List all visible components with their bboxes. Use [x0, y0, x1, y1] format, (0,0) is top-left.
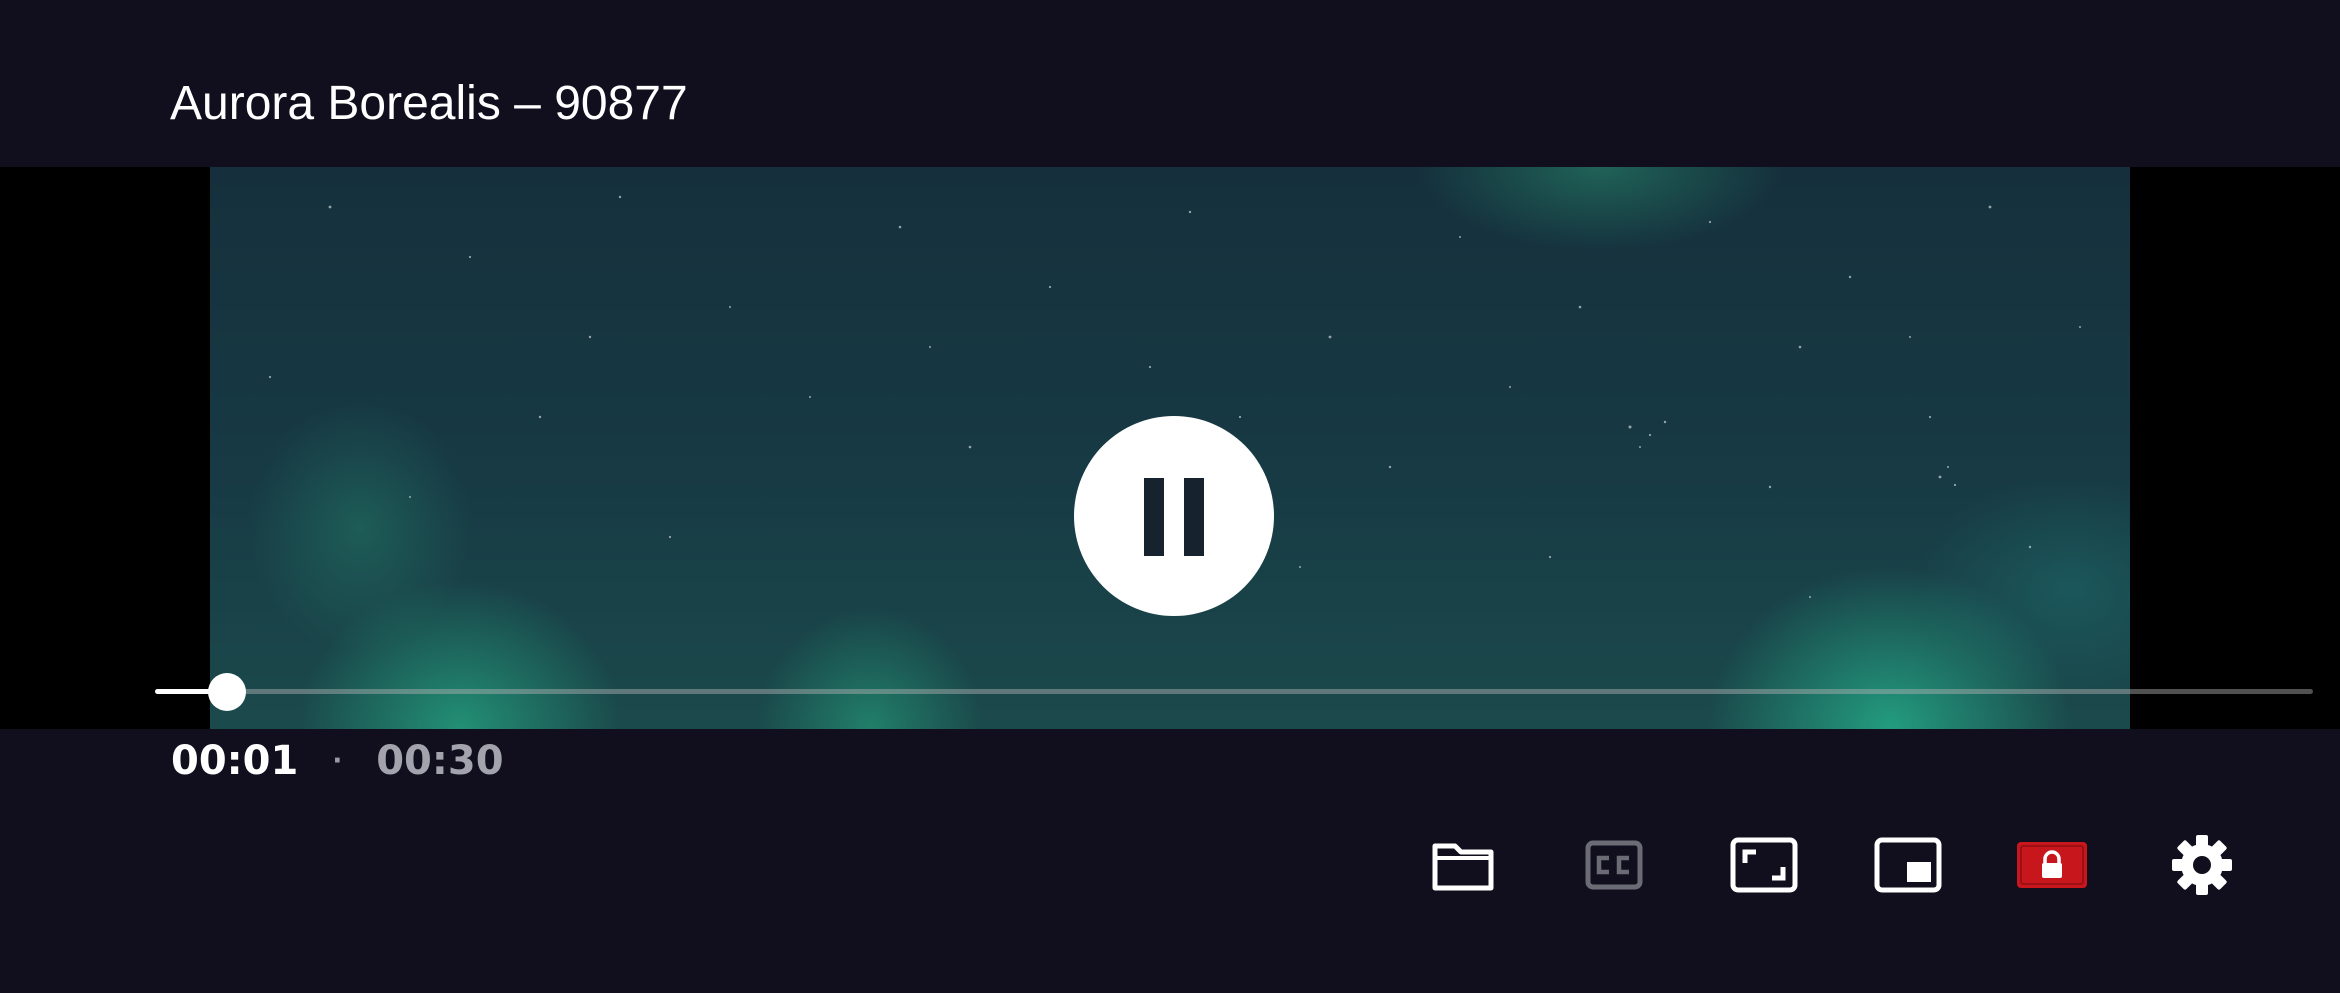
fullscreen-button[interactable] [1729, 830, 1799, 900]
closed-captions-icon [1585, 840, 1643, 890]
seek-bar-thumb[interactable] [208, 673, 246, 711]
picture-in-picture-button[interactable] [1873, 830, 1943, 900]
total-duration: 00:30 [376, 738, 504, 784]
video-title: Aurora Borealis – 90877 [170, 77, 688, 130]
current-time: 00:01 [171, 738, 299, 784]
time-display: 00:01 · 00:30 [171, 738, 504, 784]
time-separator: · [332, 746, 343, 776]
lock-screen-button[interactable] [2017, 830, 2087, 900]
pause-button[interactable] [1074, 416, 1274, 616]
seek-bar-track[interactable] [155, 689, 2313, 694]
aspect-ratio-icon [1730, 837, 1798, 893]
settings-button[interactable] [2167, 830, 2237, 900]
folder-icon [1432, 843, 1494, 891]
subtitles-button[interactable] [1579, 830, 1649, 900]
open-folder-button[interactable] [1428, 830, 1498, 900]
pause-icon-bar-left [1144, 478, 1164, 556]
lock-icon [2017, 842, 2087, 888]
pause-icon-bar-right [1184, 478, 1204, 556]
gear-icon [2172, 835, 2232, 895]
pip-icon [1874, 837, 1942, 893]
